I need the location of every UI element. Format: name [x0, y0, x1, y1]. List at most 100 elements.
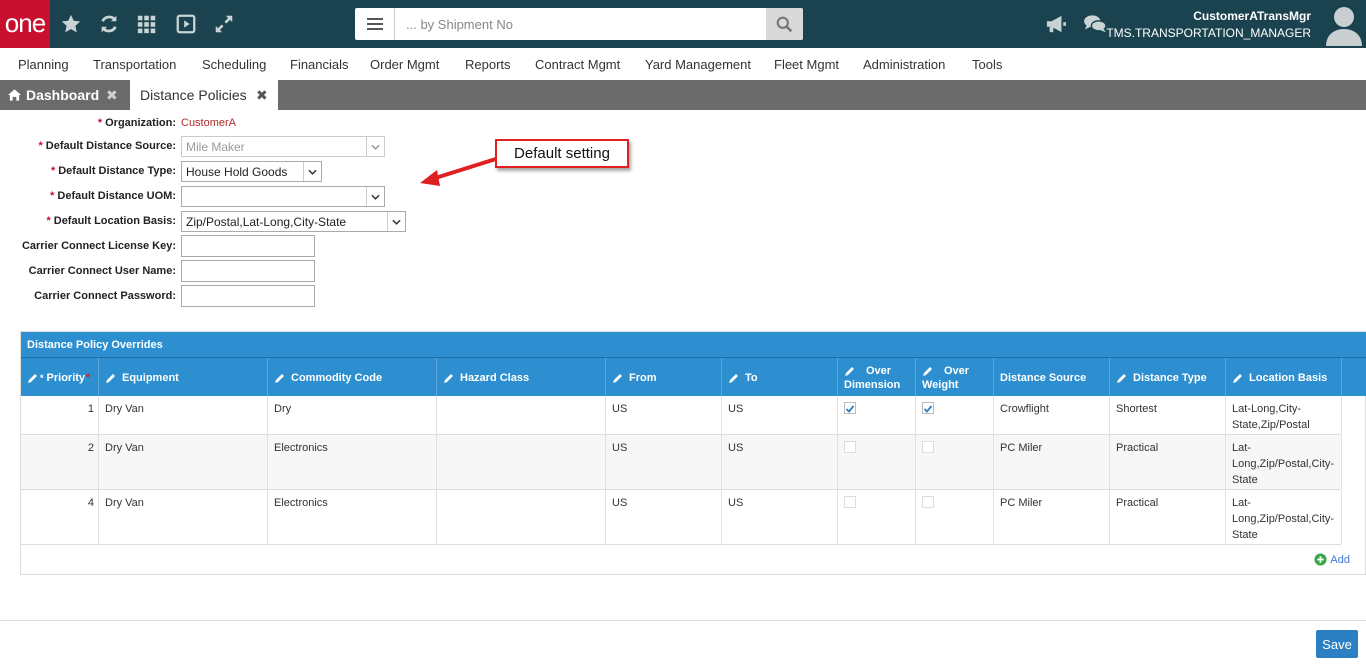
column-location-basis[interactable]: Location Basis — [1226, 358, 1342, 397]
default-location-basis-value: Zip/Postal,Lat-Long,City-State — [186, 215, 347, 229]
default-distance-type-value: House Hold Goods — [186, 165, 288, 179]
carrier-connect-user-name-field[interactable] — [181, 260, 315, 282]
tab-dashboard[interactable]: Dashboard ✖ — [0, 80, 130, 110]
menu-transportation[interactable]: Transportation — [93, 57, 176, 72]
grid-header: * Priority * Equipment Commodity Code Haza… — [21, 357, 1366, 397]
expand-icon[interactable] — [212, 12, 236, 36]
column-priority[interactable]: * Priority * — [21, 358, 99, 397]
home-icon — [8, 88, 21, 104]
cell-distance-source: Crowflight — [994, 396, 1110, 434]
pencil-icon — [729, 373, 738, 383]
cell-priority: 2 — [21, 435, 99, 489]
cell-distance-source: PC Miler — [994, 490, 1110, 544]
pencil-icon — [444, 373, 453, 383]
pencil-icon — [923, 366, 932, 376]
default-distance-uom-select[interactable] — [181, 186, 385, 207]
tab-distance-policies-label: Distance Policies — [140, 87, 247, 103]
star-icon[interactable] — [59, 12, 83, 36]
over-dimension-checkbox[interactable] — [844, 496, 856, 508]
menu-contract-mgmt[interactable]: Contract Mgmt — [535, 57, 620, 72]
pencil-icon — [1233, 373, 1242, 383]
column-over-weight[interactable]: Over Weight — [916, 358, 994, 397]
cell-over-dimension — [838, 490, 916, 544]
menu-scheduling[interactable]: Scheduling — [202, 57, 266, 72]
column-over-dimension[interactable]: Over Dimension — [838, 358, 916, 397]
organization-label: * Organization: — [97, 117, 176, 129]
distance-policy-overrides-grid: Distance Policy Overrides * Priority * Equ… — [20, 331, 1366, 575]
cell-from: US — [606, 435, 722, 489]
tab-bar: Dashboard ✖ Distance Policies ✖ — [0, 80, 1366, 110]
carrier-connect-password-label: Carrier Connect Password: — [34, 290, 176, 302]
menu-financials[interactable]: Financials — [290, 57, 349, 72]
default-distance-source-value: Mile Maker — [186, 140, 245, 154]
column-from[interactable]: From — [606, 358, 722, 397]
cell-to: US — [722, 490, 838, 544]
cell-location-basis: Lat-Long,Zip/Postal,City-State — [1226, 490, 1342, 544]
cell-commodity: Electronics — [268, 490, 437, 544]
column-equipment[interactable]: Equipment — [99, 358, 268, 397]
carrier-connect-password-field[interactable] — [181, 285, 315, 307]
menu-order-mgmt[interactable]: Order Mgmt — [370, 57, 439, 72]
chevron-down-icon — [387, 212, 405, 231]
global-search — [355, 8, 803, 40]
over-dimension-checkbox[interactable] — [844, 402, 856, 414]
over-weight-checkbox[interactable] — [922, 402, 934, 414]
carrier-connect-license-key-field[interactable] — [181, 235, 315, 257]
over-dimension-checkbox[interactable] — [844, 441, 856, 453]
carrier-connect-user-name-label: Carrier Connect User Name: — [28, 265, 176, 277]
chat-icon[interactable] — [1083, 12, 1107, 36]
pencil-icon — [845, 366, 854, 376]
pencil-icon — [613, 373, 622, 383]
menu-planning[interactable]: Planning — [18, 57, 69, 72]
menu-fleet-mgmt[interactable]: Fleet Mgmt — [774, 57, 839, 72]
close-icon[interactable]: ✖ — [256, 87, 268, 104]
default-distance-uom-label: * Default Distance UOM: — [50, 190, 176, 202]
column-to[interactable]: To — [722, 358, 838, 397]
user-name[interactable]: CustomerATransMgr — [1193, 9, 1311, 23]
cell-over-dimension — [838, 396, 916, 434]
cell-priority: 4 — [21, 490, 99, 544]
pencil-icon — [275, 373, 284, 383]
add-label: Add — [1330, 553, 1350, 566]
default-distance-type-label: * Default Distance Type: — [50, 165, 176, 177]
default-distance-source-select[interactable]: Mile Maker — [181, 136, 385, 157]
cell-from: US — [606, 396, 722, 434]
user-role: TMS.TRANSPORTATION_MANAGER — [1106, 26, 1311, 40]
avatar-icon[interactable] — [1324, 4, 1364, 46]
table-row[interactable]: 4 Dry Van Electronics US US PC Miler Pra… — [21, 490, 1342, 545]
save-button[interactable]: Save — [1316, 630, 1358, 658]
menu-administration[interactable]: Administration — [863, 57, 945, 72]
search-menu-icon[interactable] — [355, 8, 395, 40]
pencil-icon — [28, 373, 37, 383]
add-row-button[interactable]: Add — [1314, 553, 1350, 566]
close-icon[interactable]: ✖ — [106, 87, 118, 104]
column-hazard-class[interactable]: Hazard Class — [437, 358, 606, 397]
default-distance-type-select[interactable]: House Hold Goods — [181, 161, 322, 182]
over-weight-checkbox[interactable] — [922, 441, 934, 453]
table-row[interactable]: 2 Dry Van Electronics US US PC Miler Pra… — [21, 435, 1342, 490]
default-location-basis-select[interactable]: Zip/Postal,Lat-Long,City-State — [181, 211, 406, 232]
play-icon[interactable] — [174, 12, 198, 36]
menu-tools[interactable]: Tools — [972, 57, 1002, 72]
footer-divider — [0, 620, 1366, 621]
column-commodity-code[interactable]: Commodity Code — [268, 358, 437, 397]
app-logo[interactable]: one — [0, 0, 50, 48]
refresh-icon[interactable] — [97, 12, 121, 36]
apps-grid-icon[interactable] — [135, 12, 159, 36]
default-location-basis-label: * Default Location Basis: — [46, 215, 176, 227]
cell-distance-source: PC Miler — [994, 435, 1110, 489]
tab-distance-policies[interactable]: Distance Policies ✖ — [130, 80, 278, 110]
cell-commodity: Dry — [268, 396, 437, 434]
search-icon[interactable] — [766, 8, 803, 40]
over-weight-checkbox[interactable] — [922, 496, 934, 508]
table-row[interactable]: 1 Dry Van Dry US US Crowflight Shortest … — [21, 396, 1342, 435]
cell-equipment: Dry Van — [99, 490, 268, 544]
column-distance-source[interactable]: Distance Source — [994, 358, 1110, 397]
column-distance-type[interactable]: Distance Type — [1110, 358, 1226, 397]
megaphone-icon[interactable] — [1044, 12, 1068, 36]
menu-yard-management[interactable]: Yard Management — [645, 57, 751, 72]
search-input[interactable] — [396, 8, 766, 40]
cell-over-weight — [916, 490, 994, 544]
chevron-down-icon — [366, 187, 384, 206]
menu-reports[interactable]: Reports — [465, 57, 511, 72]
